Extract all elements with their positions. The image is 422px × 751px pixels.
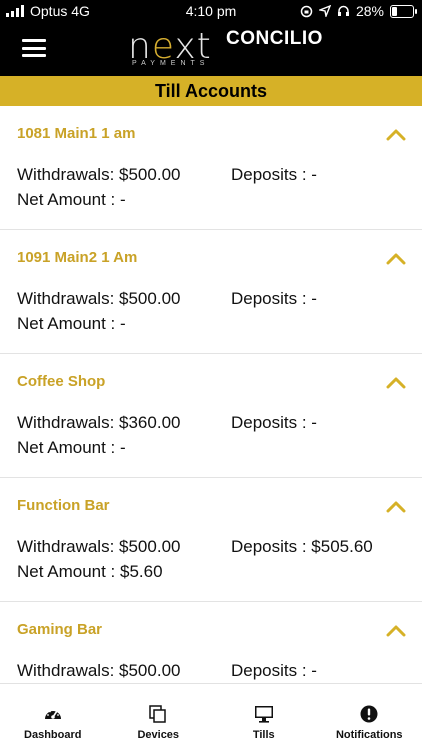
till-account-header[interactable]: 1091 Main2 1 Am bbox=[17, 249, 410, 269]
till-account-name: Gaming Bar bbox=[17, 621, 102, 638]
deposits-value: Deposits : $505.60 bbox=[231, 537, 373, 557]
till-account-header[interactable]: Gaming Bar bbox=[17, 621, 410, 641]
speedometer-icon bbox=[43, 704, 63, 724]
tab-notifications[interactable]: Notifications bbox=[317, 684, 422, 751]
logo-concilio-text: CONCILIO bbox=[226, 28, 323, 50]
deposits-value: Deposits : - bbox=[231, 413, 317, 433]
deposits-value: Deposits : - bbox=[231, 289, 317, 309]
withdrawals-value: Withdrawals: $360.00 bbox=[17, 413, 180, 432]
tab-tills[interactable]: Tills bbox=[211, 684, 317, 751]
net-amount-value: Net Amount : $5.60 bbox=[17, 562, 163, 582]
monitor-icon bbox=[254, 704, 274, 724]
app-header: Optus 4G 4:10 pm 28% next PAYMENTS CONCI… bbox=[0, 0, 422, 76]
battery-icon bbox=[390, 5, 414, 18]
net-amount-value: Net Amount : - bbox=[17, 438, 126, 458]
tab-label: Notifications bbox=[336, 729, 403, 741]
till-account-name: 1091 Main2 1 Am bbox=[17, 249, 137, 266]
till-account-card: Gaming Bar Withdrawals: $500.00 Deposits … bbox=[0, 602, 422, 683]
chevron-up-icon[interactable] bbox=[386, 375, 406, 389]
chevron-up-icon[interactable] bbox=[386, 251, 406, 265]
page-title: Till Accounts bbox=[155, 81, 267, 102]
page-title-bar: Till Accounts bbox=[0, 76, 422, 106]
alert-circle-icon bbox=[359, 704, 379, 724]
hamburger-menu-button[interactable] bbox=[22, 39, 46, 57]
battery-percent: 28% bbox=[356, 3, 384, 19]
till-account-name: Function Bar bbox=[17, 497, 110, 514]
status-bar: Optus 4G 4:10 pm 28% bbox=[0, 0, 422, 24]
chevron-up-icon[interactable] bbox=[386, 499, 406, 513]
bottom-tab-bar: Dashboard Devices Tills Notifications bbox=[0, 683, 422, 751]
till-account-card: 1091 Main2 1 Am Withdrawals: $500.00 Depo… bbox=[0, 230, 422, 354]
till-account-card: 1081 Main1 1 am Withdrawals: $500.00 Depo… bbox=[0, 106, 422, 230]
deposits-value: Deposits : - bbox=[231, 661, 317, 681]
tab-label: Tills bbox=[253, 729, 275, 741]
till-account-card: Function Bar Withdrawals: $500.00 Deposit… bbox=[0, 478, 422, 602]
headphones-icon bbox=[337, 5, 350, 17]
chevron-up-icon[interactable] bbox=[386, 623, 406, 637]
till-account-header[interactable]: Function Bar bbox=[17, 497, 410, 517]
till-account-header[interactable]: Coffee Shop bbox=[17, 373, 410, 393]
net-amount-value: Net Amount : - bbox=[17, 190, 126, 210]
net-amount-value: Net Amount : - bbox=[17, 314, 126, 334]
chevron-up-icon[interactable] bbox=[386, 127, 406, 141]
till-accounts-list[interactable]: 1081 Main1 1 am Withdrawals: $500.00 Depo… bbox=[0, 106, 422, 683]
rotation-lock-icon bbox=[300, 5, 313, 18]
till-account-name: 1081 Main1 1 am bbox=[17, 125, 135, 142]
till-account-card: Coffee Shop Withdrawals: $360.00 Deposits… bbox=[0, 354, 422, 478]
logo-payments-text: PAYMENTS bbox=[132, 60, 209, 67]
brand-logo: next PAYMENTS CONCILIO bbox=[128, 26, 348, 70]
deposits-value: Deposits : - bbox=[231, 165, 317, 185]
tab-dashboard[interactable]: Dashboard bbox=[0, 684, 106, 751]
tab-devices[interactable]: Devices bbox=[106, 684, 212, 751]
copy-devices-icon bbox=[148, 704, 168, 724]
till-account-header[interactable]: 1081 Main1 1 am bbox=[17, 125, 410, 145]
withdrawals-value: Withdrawals: $500.00 bbox=[17, 289, 180, 308]
withdrawals-value: Withdrawals: $500.00 bbox=[17, 165, 180, 184]
withdrawals-value: Withdrawals: $500.00 bbox=[17, 661, 180, 680]
location-icon bbox=[319, 5, 331, 17]
withdrawals-value: Withdrawals: $500.00 bbox=[17, 537, 180, 556]
tab-label: Dashboard bbox=[24, 729, 81, 741]
till-account-name: Coffee Shop bbox=[17, 373, 105, 390]
tab-label: Devices bbox=[137, 729, 179, 741]
